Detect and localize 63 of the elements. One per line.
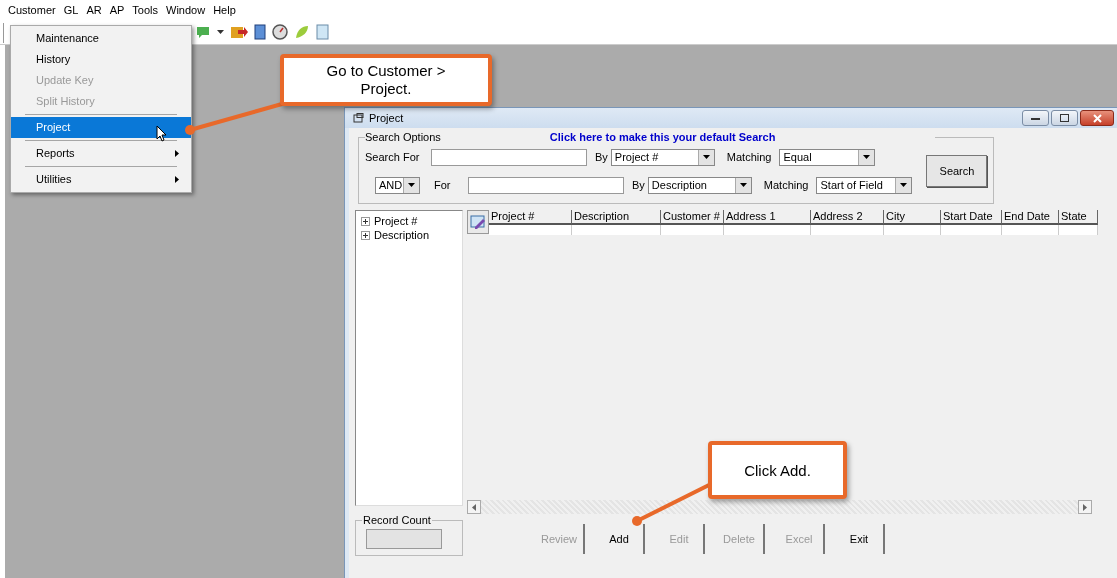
callout: Click Add. — [708, 441, 847, 499]
matching-dropdown[interactable]: Equal — [779, 148, 876, 166]
group-label: Record Count — [362, 514, 432, 526]
mouse-pointer-icon — [156, 125, 167, 142]
close-button[interactable] — [1080, 110, 1114, 126]
menu-bar-item[interactable]: Help — [209, 2, 240, 18]
menu-item[interactable]: Reports — [11, 143, 191, 164]
tree-item[interactable]: Description — [374, 229, 430, 241]
caret-icon[interactable] — [217, 30, 224, 34]
field-label: Matching — [762, 179, 810, 191]
maximize-button[interactable] — [1051, 110, 1078, 126]
table-cell — [1059, 225, 1098, 235]
submenu-arrow-icon — [175, 176, 179, 183]
caret-icon — [739, 183, 747, 187]
menu-bar-item[interactable]: AR — [82, 2, 106, 18]
callout: Go to Customer > Project. — [280, 54, 492, 106]
matching-dropdown[interactable]: Start of Field — [816, 176, 913, 194]
exit-box-icon[interactable] — [230, 24, 248, 40]
field-label: By — [631, 179, 646, 191]
menu-bar-item[interactable]: AP — [105, 2, 129, 18]
minimize-icon — [1031, 116, 1040, 120]
operator-dropdown[interactable]: AND — [375, 176, 420, 194]
caret-icon — [900, 183, 908, 187]
search-button[interactable]: Search — [926, 155, 988, 187]
gauge-icon[interactable] — [272, 24, 288, 40]
table-cell — [661, 225, 724, 235]
field-label: Search For — [365, 151, 421, 163]
expand-icon[interactable] — [361, 216, 370, 226]
menu-bar-item[interactable]: Customer — [4, 2, 60, 18]
table-cell — [884, 225, 941, 235]
scroll-right-icon[interactable] — [1083, 503, 1087, 511]
close-icon — [1092, 113, 1102, 123]
document-icon[interactable] — [254, 24, 266, 40]
horizontal-scrollbar[interactable] — [467, 500, 1092, 514]
submenu-arrow-icon — [175, 150, 179, 157]
chat-bubble-icon[interactable] — [195, 24, 211, 40]
window-icon — [353, 112, 365, 124]
menu-bar-item[interactable]: Tools — [128, 2, 163, 18]
menu-item[interactable]: Utilities — [11, 169, 191, 190]
maximize-icon — [1060, 114, 1069, 122]
menu-bar-item[interactable]: Window — [162, 2, 210, 18]
table-cell — [941, 225, 1002, 235]
search-by-dropdown[interactable]: Project # — [610, 148, 715, 166]
menu-item[interactable]: History — [11, 49, 191, 70]
table-cell — [1002, 225, 1059, 235]
search-for-field[interactable] — [431, 148, 587, 166]
field-label: Matching — [725, 151, 773, 163]
group-label: Search Options — [365, 131, 441, 143]
search-by-dropdown[interactable]: Description — [647, 176, 752, 194]
tree-item[interactable]: Project # — [374, 215, 418, 227]
window-title: Project — [369, 112, 404, 124]
menu-item[interactable]: Maintenance — [11, 28, 191, 49]
scroll-left-icon[interactable] — [472, 503, 476, 511]
for-field[interactable] — [468, 176, 624, 194]
menu-bar-item[interactable]: GL — [59, 2, 83, 18]
caret-icon — [702, 155, 710, 159]
field-label: For — [433, 179, 452, 191]
caret-icon — [863, 155, 871, 159]
minimize-button[interactable] — [1022, 110, 1049, 126]
edit-grid-button[interactable] — [467, 210, 489, 234]
expand-icon[interactable] — [361, 230, 370, 240]
field-label: By — [594, 151, 609, 163]
caret-icon — [408, 183, 415, 187]
